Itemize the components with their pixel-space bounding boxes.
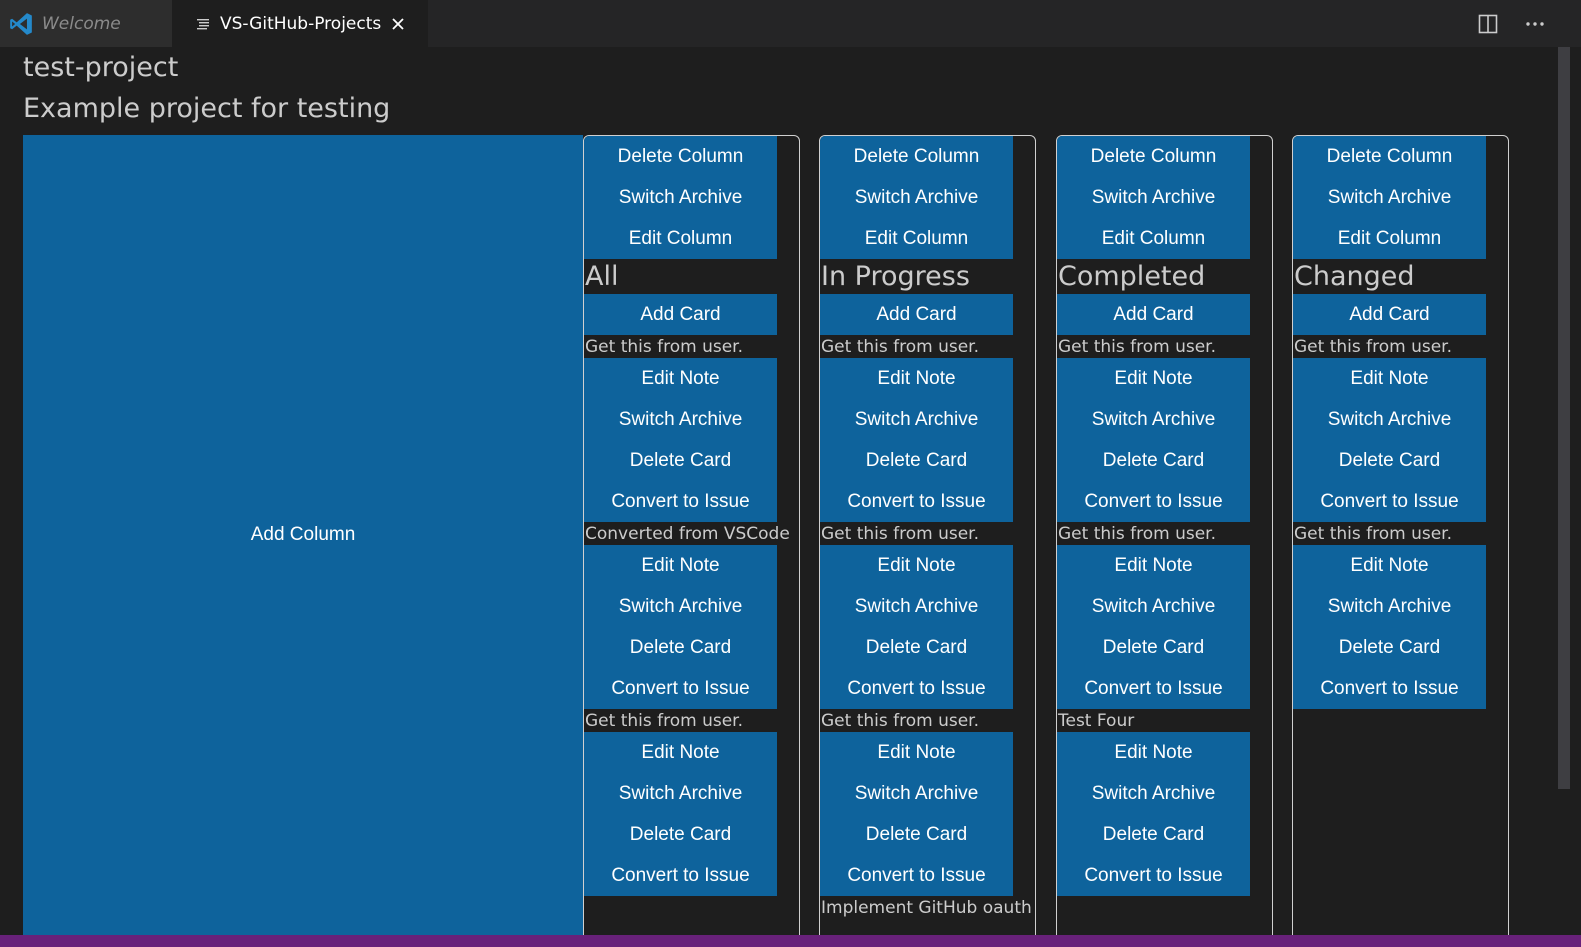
- convert-to-issue-button[interactable]: Convert to Issue: [584, 481, 777, 522]
- project-description: Example project for testing: [23, 93, 391, 124]
- card-note: Get this from user.: [585, 711, 744, 731]
- delete-card-button[interactable]: Delete Card: [820, 627, 1013, 668]
- card-note: Implement GitHub oauth: [821, 898, 1032, 918]
- close-icon[interactable]: [391, 17, 405, 31]
- vertical-scrollbar[interactable]: [1558, 47, 1570, 789]
- split-editor-icon[interactable]: [1474, 10, 1502, 38]
- delete-column-button[interactable]: Delete Column: [584, 136, 777, 177]
- convert-to-issue-button[interactable]: Convert to Issue: [584, 855, 777, 896]
- delete-card-button[interactable]: Delete Card: [1293, 440, 1486, 481]
- switch-archive-button[interactable]: Switch Archive: [1293, 177, 1486, 218]
- switch-archive-button[interactable]: Switch Archive: [1293, 399, 1486, 440]
- add-card-button[interactable]: Add Card: [820, 294, 1013, 335]
- column-in-progress: Delete Column Switch Archive Edit Column In…: [819, 135, 1036, 935]
- column-title: Completed: [1058, 261, 1206, 292]
- more-actions-icon[interactable]: [1521, 10, 1549, 38]
- tab-vs-github-projects[interactable]: VS-GitHub-Projects: [172, 0, 428, 47]
- column-changed: Delete Column Switch Archive Edit Column Ch…: [1292, 135, 1509, 935]
- edit-note-button[interactable]: Edit Note: [1057, 545, 1250, 586]
- edit-column-button[interactable]: Edit Column: [584, 218, 777, 259]
- switch-archive-button[interactable]: Switch Archive: [820, 586, 1013, 627]
- column-completed: Delete Column Switch Archive Edit Column Co…: [1056, 135, 1273, 935]
- delete-card-button[interactable]: Delete Card: [1057, 627, 1250, 668]
- switch-archive-button[interactable]: Switch Archive: [1057, 399, 1250, 440]
- delete-card-button[interactable]: Delete Card: [1057, 440, 1250, 481]
- card-note: Converted from VSCode: [585, 524, 790, 544]
- card-note: Get this from user.: [1294, 337, 1453, 357]
- switch-archive-button[interactable]: Switch Archive: [584, 773, 777, 814]
- delete-card-button[interactable]: Delete Card: [1293, 627, 1486, 668]
- vscode-logo-icon: [8, 11, 34, 37]
- edit-note-button[interactable]: Edit Note: [820, 545, 1013, 586]
- tab-welcome[interactable]: Welcome: [0, 0, 172, 47]
- switch-archive-button[interactable]: Switch Archive: [1057, 773, 1250, 814]
- convert-to-issue-button[interactable]: Convert to Issue: [1057, 668, 1250, 709]
- switch-archive-button[interactable]: Switch Archive: [584, 177, 777, 218]
- convert-to-issue-button[interactable]: Convert to Issue: [1057, 481, 1250, 522]
- edit-note-button[interactable]: Edit Note: [820, 732, 1013, 773]
- add-card-button[interactable]: Add Card: [584, 294, 777, 335]
- tab-bar: Welcome VS-GitHub-Projects: [0, 0, 1581, 47]
- switch-archive-button[interactable]: Switch Archive: [1293, 586, 1486, 627]
- column-title: All: [585, 261, 619, 292]
- edit-note-button[interactable]: Edit Note: [820, 358, 1013, 399]
- edit-note-button[interactable]: Edit Note: [584, 358, 777, 399]
- delete-card-button[interactable]: Delete Card: [584, 627, 777, 668]
- convert-to-issue-button[interactable]: Convert to Issue: [1057, 855, 1250, 896]
- delete-column-button[interactable]: Delete Column: [1293, 136, 1486, 177]
- card-note: Get this from user.: [821, 711, 980, 731]
- column-title: Changed: [1294, 261, 1415, 292]
- column-title: In Progress: [821, 261, 970, 292]
- tab-label: Welcome: [42, 13, 121, 34]
- delete-column-button[interactable]: Delete Column: [1057, 136, 1250, 177]
- card-note: Get this from user.: [585, 337, 744, 357]
- convert-to-issue-button[interactable]: Convert to Issue: [820, 481, 1013, 522]
- switch-archive-button[interactable]: Switch Archive: [1057, 586, 1250, 627]
- preview-icon: [196, 17, 210, 31]
- edit-note-button[interactable]: Edit Note: [584, 545, 777, 586]
- card-note: Get this from user.: [821, 524, 980, 544]
- switch-archive-button[interactable]: Switch Archive: [1057, 177, 1250, 218]
- delete-card-button[interactable]: Delete Card: [820, 814, 1013, 855]
- edit-note-button[interactable]: Edit Note: [1293, 358, 1486, 399]
- delete-card-button[interactable]: Delete Card: [584, 814, 777, 855]
- add-card-button[interactable]: Add Card: [1057, 294, 1250, 335]
- column-all: Delete Column Switch Archive Edit Column Al…: [583, 135, 800, 935]
- card-note: Test Four: [1058, 711, 1135, 731]
- edit-note-button[interactable]: Edit Note: [1057, 732, 1250, 773]
- add-column-button[interactable]: Add Column: [23, 135, 583, 935]
- add-card-button[interactable]: Add Card: [1293, 294, 1486, 335]
- edit-note-button[interactable]: Edit Note: [1293, 545, 1486, 586]
- tab-label: VS-GitHub-Projects: [220, 13, 382, 34]
- status-bar: [0, 935, 1581, 947]
- convert-to-issue-button[interactable]: Convert to Issue: [820, 668, 1013, 709]
- switch-archive-button[interactable]: Switch Archive: [820, 399, 1013, 440]
- convert-to-issue-button[interactable]: Convert to Issue: [820, 855, 1013, 896]
- delete-column-button[interactable]: Delete Column: [820, 136, 1013, 177]
- edit-note-button[interactable]: Edit Note: [1057, 358, 1250, 399]
- delete-card-button[interactable]: Delete Card: [584, 440, 777, 481]
- switch-archive-button[interactable]: Switch Archive: [820, 773, 1013, 814]
- delete-card-button[interactable]: Delete Card: [1057, 814, 1250, 855]
- project-title: test-project: [23, 52, 179, 83]
- edit-column-button[interactable]: Edit Column: [820, 218, 1013, 259]
- switch-archive-button[interactable]: Switch Archive: [584, 399, 777, 440]
- edit-column-button[interactable]: Edit Column: [1293, 218, 1486, 259]
- delete-card-button[interactable]: Delete Card: [820, 440, 1013, 481]
- convert-to-issue-button[interactable]: Convert to Issue: [1293, 668, 1486, 709]
- edit-note-button[interactable]: Edit Note: [584, 732, 777, 773]
- editor-content: test-project Example project for testing…: [0, 47, 1581, 935]
- convert-to-issue-button[interactable]: Convert to Issue: [1293, 481, 1486, 522]
- card-note: Get this from user.: [821, 337, 980, 357]
- switch-archive-button[interactable]: Switch Archive: [820, 177, 1013, 218]
- edit-column-button[interactable]: Edit Column: [1057, 218, 1250, 259]
- switch-archive-button[interactable]: Switch Archive: [584, 586, 777, 627]
- card-note: Get this from user.: [1058, 337, 1217, 357]
- convert-to-issue-button[interactable]: Convert to Issue: [584, 668, 777, 709]
- card-note: Get this from user.: [1058, 524, 1217, 544]
- card-note: Get this from user.: [1294, 524, 1453, 544]
